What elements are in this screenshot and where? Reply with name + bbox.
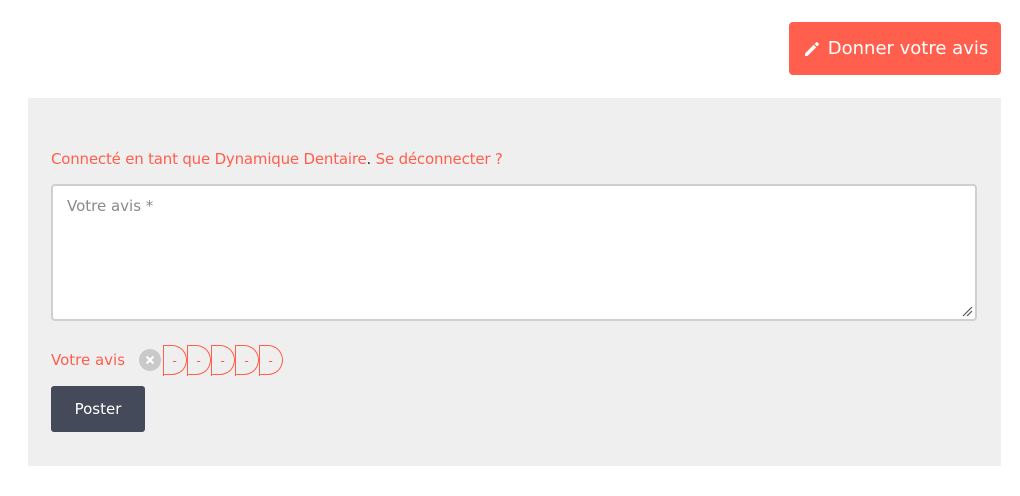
star-outline-icon[interactable]: - xyxy=(259,345,284,376)
give-review-button[interactable]: Donner votre avis xyxy=(789,22,1001,75)
star-outline-icon[interactable]: - xyxy=(163,345,188,376)
star-glyph: - xyxy=(268,352,273,368)
logged-in-user-link[interactable]: Connecté en tant que Dynamique Dentaire xyxy=(51,150,367,168)
logout-link[interactable]: Se déconnecter ? xyxy=(376,150,503,168)
rating-row: Votre avis - - - - - xyxy=(51,345,284,376)
separator-dot: . xyxy=(366,150,372,168)
star-outline-icon[interactable]: - xyxy=(235,345,260,376)
review-textarea[interactable] xyxy=(51,184,977,321)
star-glyph: - xyxy=(244,352,249,368)
review-textarea-wrap xyxy=(51,184,977,321)
cancel-rating-icon[interactable] xyxy=(139,349,162,371)
star-glyph: - xyxy=(172,352,177,368)
post-button[interactable]: Poster xyxy=(51,386,145,432)
pencil-icon xyxy=(804,41,819,56)
give-review-label: Donner votre avis xyxy=(827,38,989,59)
resize-handle-icon[interactable] xyxy=(961,305,973,317)
star-glyph: - xyxy=(196,352,201,368)
logged-in-line: Connecté en tant que Dynamique Dentaire.… xyxy=(51,150,503,168)
star-outline-icon[interactable]: - xyxy=(211,345,236,376)
review-form-panel: Connecté en tant que Dynamique Dentaire.… xyxy=(28,98,1001,466)
rating-label: Votre avis xyxy=(51,351,126,369)
star-glyph: - xyxy=(220,352,225,368)
star-outline-icon[interactable]: - xyxy=(187,345,212,376)
